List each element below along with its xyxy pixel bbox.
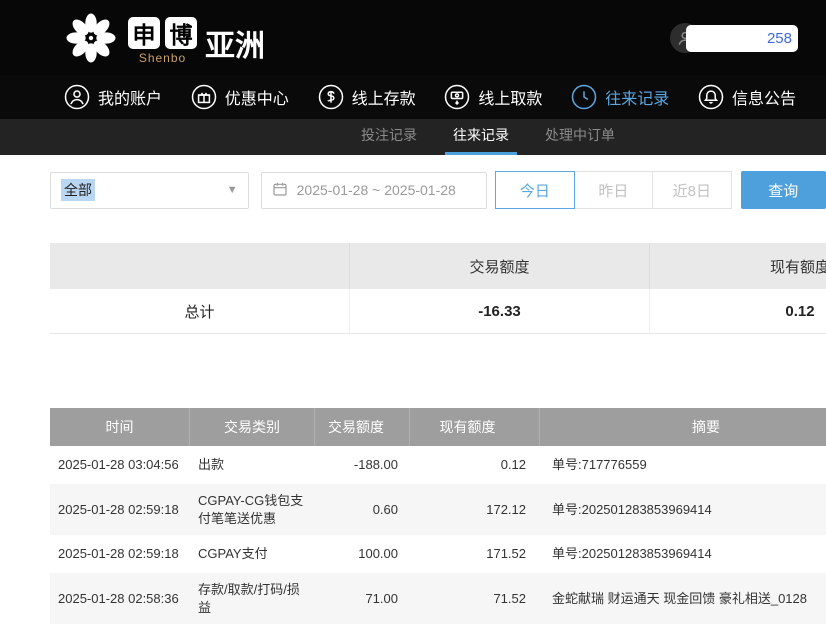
quick-filter-last8days-button[interactable]: 近8日 — [652, 171, 732, 209]
cell-type: CGPAY支付 — [190, 535, 315, 573]
date-range-value: 2025-01-28 ~ 2025-01-28 — [297, 182, 456, 198]
cell-summary: 金蛇献瑞 财运通天 现金回馈 豪礼相送_0128 — [540, 573, 826, 624]
cell-time: 2025-01-28 02:59:18 — [50, 484, 190, 535]
cell-summary: 单号:202501283853969414 — [540, 535, 826, 573]
quick-filter-yesterday-button[interactable]: 昨日 — [574, 171, 654, 209]
summary-header-amount: 交易额度 — [350, 243, 650, 289]
summary-total-row: 总计 -16.33 0.12 — [50, 289, 826, 334]
cell-amount: -188.00 — [315, 446, 410, 484]
col-header-balance: 现有额度 — [410, 408, 540, 446]
summary-table: 交易额度 现有额度 总计 -16.33 0.12 — [50, 243, 826, 334]
cell-balance: 0.12 — [410, 446, 540, 484]
table-row: 2025-01-28 02:58:36 存款/取款/打码/损益 71.00 71… — [50, 573, 826, 624]
nav-label: 我的账户 — [98, 85, 162, 109]
nav-item-promotions[interactable]: 优惠中心 — [191, 84, 289, 110]
nav-label: 信息公告 — [732, 85, 796, 109]
summary-total-label: 总计 — [50, 289, 350, 333]
table-row: 2025-01-28 03:04:56 出款 -188.00 0.12 单号:7… — [50, 446, 826, 484]
brand-subtitle: Shenbo — [139, 51, 186, 65]
quick-filter-today-button[interactable]: 今日 — [495, 171, 575, 209]
tab-processing-orders[interactable]: 处理中订单 — [537, 119, 623, 155]
cell-balance: 71.52 — [410, 573, 540, 624]
summary-header-empty — [50, 243, 350, 289]
type-select-value: 全部 — [61, 179, 95, 201]
cell-type: 存款/取款/打码/损益 — [190, 573, 315, 624]
summary-total-amount: -16.33 — [350, 289, 650, 333]
summary-total-balance: 0.12 — [650, 289, 826, 333]
records-icon — [571, 84, 597, 110]
nav-item-online-withdrawal[interactable]: 线上取款 — [444, 84, 542, 110]
tab-transaction-records[interactable]: 往来记录 — [445, 119, 517, 155]
brand-char-bo: 博 — [165, 17, 197, 49]
bell-icon — [698, 84, 724, 110]
withdraw-icon — [444, 84, 470, 110]
cell-balance: 171.52 — [410, 535, 540, 573]
nav-label: 往来记录 — [605, 85, 669, 109]
nav-item-transaction-records[interactable]: 往来记录 — [571, 84, 669, 110]
nav-label: 优惠中心 — [225, 85, 289, 109]
cell-amount: 71.00 — [315, 573, 410, 624]
search-button[interactable]: 查询 — [741, 171, 826, 209]
brand: 申 博 Shenbo 亚洲 — [128, 11, 265, 65]
cell-time: 2025-01-28 02:59:18 — [50, 535, 190, 573]
cell-summary: 单号:717776559 — [540, 446, 826, 484]
gift-icon — [191, 84, 217, 110]
col-header-type: 交易类别 — [190, 408, 315, 446]
type-select[interactable]: 全部 ▼ — [50, 172, 249, 209]
top-header: 申 博 Shenbo 亚洲 258 — [0, 0, 826, 75]
table-header-row: 时间 交易类别 交易额度 现有额度 摘要 — [50, 408, 826, 446]
nav-label: 线上取款 — [478, 85, 542, 109]
chevron-down-icon: ▼ — [227, 184, 238, 196]
cell-type: 出款 — [190, 446, 315, 484]
cell-summary: 单号:202501283853969414 — [540, 484, 826, 535]
nav-item-online-deposit[interactable]: 线上存款 — [318, 84, 416, 110]
nav-item-announcements[interactable]: 信息公告 — [698, 84, 796, 110]
col-header-summary: 摘要 — [540, 408, 826, 446]
deposit-icon — [318, 84, 344, 110]
cell-amount: 100.00 — [315, 535, 410, 573]
col-header-time: 时间 — [50, 408, 190, 446]
flower-logo-icon — [62, 9, 120, 67]
cell-time: 2025-01-28 02:58:36 — [50, 573, 190, 624]
col-header-amount: 交易额度 — [315, 408, 410, 446]
date-range-input[interactable]: 2025-01-28 ~ 2025-01-28 — [261, 172, 487, 209]
main-nav: 我的账户 优惠中心 线上存款 线上取款 往来记录 — [0, 75, 826, 119]
user-redaction-box: 258 — [686, 25, 798, 52]
sub-nav: 投注记录 往来记录 处理中订单 — [0, 119, 826, 155]
summary-header-row: 交易额度 现有额度 — [50, 243, 826, 289]
cell-time: 2025-01-28 03:04:56 — [50, 446, 190, 484]
table-row: 2025-01-28 02:59:18 CGPAY支付 100.00 171.5… — [50, 535, 826, 573]
filter-bar: 全部 ▼ 2025-01-28 ~ 2025-01-28 今日 昨日 近8日 查… — [50, 171, 826, 209]
user-icon — [64, 84, 90, 110]
cell-amount: 0.60 — [315, 484, 410, 535]
summary-header-balance: 现有额度 — [650, 243, 826, 289]
cell-balance: 172.12 — [410, 484, 540, 535]
calendar-icon — [272, 181, 288, 200]
nav-item-my-account[interactable]: 我的账户 — [64, 84, 162, 110]
user-name[interactable]: 258 — [767, 30, 792, 47]
nav-label: 线上存款 — [352, 85, 416, 109]
transactions-table: 时间 交易类别 交易额度 现有额度 摘要 2025-01-28 03:04:56… — [50, 408, 826, 624]
brand-char-shen: 申 — [128, 17, 160, 49]
brand-suffix: 亚洲 — [205, 21, 265, 65]
tab-betting-records[interactable]: 投注记录 — [353, 119, 425, 155]
cell-type: CGPAY-CG钱包支付笔笔送优惠 — [190, 484, 315, 535]
user-account-area[interactable]: 258 — [670, 23, 798, 53]
table-row: 2025-01-28 02:59:18 CGPAY-CG钱包支付笔笔送优惠 0.… — [50, 484, 826, 535]
